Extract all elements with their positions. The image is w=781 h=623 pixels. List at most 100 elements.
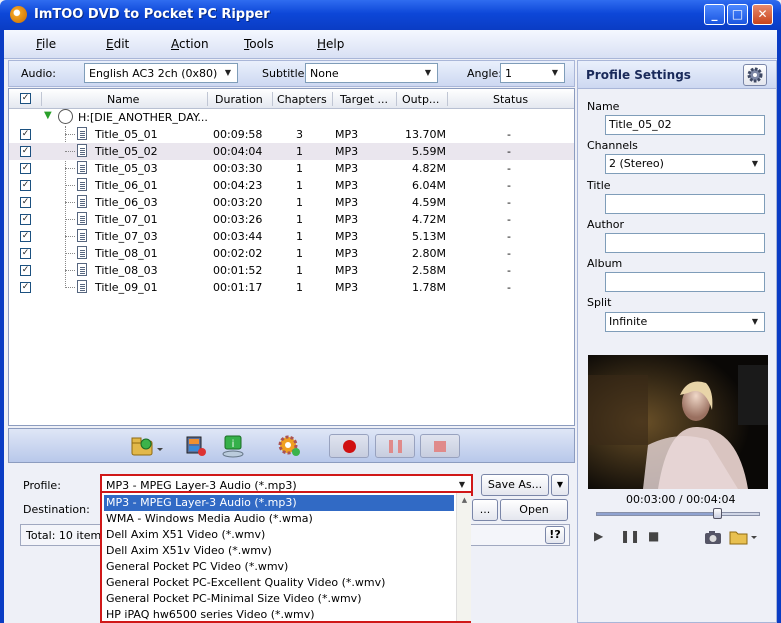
browse-button[interactable]: ... bbox=[472, 499, 498, 521]
row-checkbox[interactable]: ✓ bbox=[20, 163, 31, 174]
expand-triangle-icon[interactable]: ▼ bbox=[44, 110, 52, 121]
table-row[interactable]: ✓ Title_09_01 00:01:17 1 MP3 1.78M - bbox=[9, 279, 574, 296]
row-checkbox[interactable]: ✓ bbox=[20, 282, 31, 293]
row-checkbox[interactable]: ✓ bbox=[20, 265, 31, 276]
dropdown-option[interactable]: General Pocket PC-Minimal Size Video (*.… bbox=[104, 591, 454, 607]
play-button[interactable]: ▶ bbox=[594, 529, 603, 545]
menu-action[interactable]: Action bbox=[171, 37, 209, 51]
table-row[interactable]: ✓ Title_08_01 00:02:02 1 MP3 2.80M - bbox=[9, 245, 574, 262]
save-as-button[interactable]: Save As... bbox=[481, 474, 549, 496]
table-row[interactable]: ✓ Title_07_01 00:03:26 1 MP3 4.72M - bbox=[9, 211, 574, 228]
save-as-menu-button[interactable]: ▼ bbox=[551, 474, 569, 496]
dropdown-option[interactable]: MP3 - MPEG Layer-3 Audio (*.mp3) bbox=[104, 495, 454, 511]
seek-track[interactable] bbox=[596, 512, 760, 516]
subtitle-select[interactable]: None ▼ bbox=[305, 63, 438, 83]
row-name: Title_07_01 bbox=[95, 213, 158, 226]
row-duration: 00:01:52 bbox=[213, 264, 263, 277]
header-divider bbox=[447, 92, 448, 106]
angle-select[interactable]: 1 ▼ bbox=[500, 63, 565, 83]
add-file-button[interactable] bbox=[129, 434, 165, 458]
menu-tools[interactable]: Tools bbox=[244, 37, 274, 51]
table-row[interactable]: ✓ Title_06_01 00:04:23 1 MP3 6.04M - bbox=[9, 177, 574, 194]
row-checkbox[interactable]: ✓ bbox=[20, 146, 31, 157]
advanced-settings-button[interactable] bbox=[743, 64, 767, 86]
help-button[interactable]: !? bbox=[545, 526, 565, 544]
table-row[interactable]: ✓ Title_05_03 00:03:30 1 MP3 4.82M - bbox=[9, 160, 574, 177]
album-input[interactable] bbox=[605, 272, 765, 292]
scroll-up-icon[interactable]: ▲ bbox=[457, 493, 472, 508]
row-checkbox[interactable]: ✓ bbox=[20, 180, 31, 191]
file-document-icon bbox=[77, 195, 87, 208]
title-input[interactable] bbox=[605, 194, 765, 214]
angle-label: Angle: bbox=[467, 67, 503, 80]
menu-help[interactable]: Help bbox=[317, 37, 344, 51]
table-row[interactable]: ✓ Title_08_03 00:01:52 1 MP3 2.58M - bbox=[9, 262, 574, 279]
close-button[interactable]: ✕ bbox=[752, 4, 773, 25]
column-target[interactable]: Target ... bbox=[340, 93, 388, 106]
row-status: - bbox=[507, 196, 511, 209]
folder-icon bbox=[729, 531, 757, 545]
audio-select[interactable]: English AC3 2ch (0x80) ▼ bbox=[84, 63, 238, 83]
row-checkbox[interactable]: ✓ bbox=[20, 231, 31, 242]
minimize-button[interactable]: _ bbox=[704, 4, 725, 25]
table-row[interactable]: ✓ Title_05_02 00:04:04 1 MP3 5.59M - bbox=[9, 143, 574, 160]
window-frame-left bbox=[0, 30, 4, 623]
table-row[interactable]: ✓ Title_05_01 00:09:58 3 MP3 13.70M - bbox=[9, 126, 574, 143]
pause-icon bbox=[398, 440, 402, 453]
row-name: Title_05_03 bbox=[95, 162, 158, 175]
table-row[interactable]: ✓ Title_07_03 00:03:44 1 MP3 5.13M - bbox=[9, 228, 574, 245]
gear-add-icon bbox=[278, 435, 300, 456]
dropdown-option[interactable]: Dell Axim X51v Video (*.wmv) bbox=[104, 543, 454, 559]
dropdown-option[interactable]: General Pocket PC Video (*.wmv) bbox=[104, 559, 454, 575]
table-row[interactable]: ✓ Title_06_03 00:03:20 1 MP3 4.59M - bbox=[9, 194, 574, 211]
split-select[interactable]: Infinite ▼ bbox=[605, 312, 765, 332]
dropdown-option[interactable]: HP iPAQ hw6500 series Video (*.wmv) bbox=[104, 607, 454, 623]
row-output: 4.72M bbox=[412, 213, 446, 226]
player-pause-button[interactable]: ❚❚ bbox=[620, 529, 640, 545]
select-all-checkbox[interactable]: ✓ bbox=[20, 93, 31, 104]
chevron-down-icon: ▼ bbox=[458, 480, 466, 489]
tree-root-row[interactable]: ▼ H:[DIE_ANOTHER_DAY... bbox=[9, 109, 574, 126]
open-folder-button[interactable] bbox=[729, 529, 759, 545]
dropdown-option[interactable]: WMA - Windows Media Audio (*.wma) bbox=[104, 511, 454, 527]
menu-edit[interactable]: Edit bbox=[106, 37, 129, 51]
play-icon: ▶ bbox=[594, 529, 604, 543]
player-stop-button[interactable]: ■ bbox=[648, 529, 659, 545]
row-target: MP3 bbox=[335, 162, 359, 175]
open-button[interactable]: Open bbox=[500, 499, 568, 521]
info-button[interactable]: i bbox=[221, 434, 251, 458]
profile-settings-panel: Profile Settings Name Title_05_02 Channe… bbox=[577, 60, 777, 623]
row-checkbox[interactable]: ✓ bbox=[20, 129, 31, 140]
snapshot-button[interactable] bbox=[704, 529, 722, 545]
row-checkbox[interactable]: ✓ bbox=[20, 248, 31, 259]
column-output[interactable]: Outp... bbox=[402, 93, 439, 106]
dropdown-option[interactable]: General Pocket PC-Excellent Quality Vide… bbox=[104, 575, 454, 591]
row-chapters: 1 bbox=[296, 145, 303, 158]
row-checkbox[interactable]: ✓ bbox=[20, 214, 31, 225]
column-status[interactable]: Status bbox=[493, 93, 528, 106]
stop-button[interactable] bbox=[420, 434, 460, 458]
name-input[interactable]: Title_05_02 bbox=[605, 115, 765, 135]
pause-button[interactable] bbox=[375, 434, 415, 458]
column-duration[interactable]: Duration bbox=[215, 93, 263, 106]
row-checkbox[interactable]: ✓ bbox=[20, 197, 31, 208]
album-label: Album bbox=[587, 257, 623, 270]
options-bar: Audio: English AC3 2ch (0x80) ▼ Subtitle… bbox=[8, 60, 575, 87]
clip-button[interactable] bbox=[183, 434, 209, 458]
channels-select[interactable]: 2 (Stereo) ▼ bbox=[605, 154, 765, 174]
row-name: Title_07_03 bbox=[95, 230, 158, 243]
pause-icon bbox=[389, 440, 393, 453]
row-chapters: 1 bbox=[296, 213, 303, 226]
maximize-button[interactable]: □ bbox=[727, 4, 748, 25]
row-name: Title_08_01 bbox=[95, 247, 158, 260]
seek-slider-handle[interactable] bbox=[713, 508, 723, 519]
column-chapters[interactable]: Chapters bbox=[277, 93, 327, 106]
dropdown-option[interactable]: Dell Axim X51 Video (*.wmv) bbox=[104, 527, 454, 543]
settings-button[interactable] bbox=[275, 434, 305, 458]
file-document-icon bbox=[77, 161, 87, 174]
author-input[interactable] bbox=[605, 233, 765, 253]
record-button[interactable] bbox=[329, 434, 369, 458]
menu-file[interactable]: File bbox=[36, 37, 56, 51]
dropdown-scrollbar[interactable]: ▲ bbox=[456, 493, 471, 621]
column-name[interactable]: Name bbox=[107, 93, 139, 106]
